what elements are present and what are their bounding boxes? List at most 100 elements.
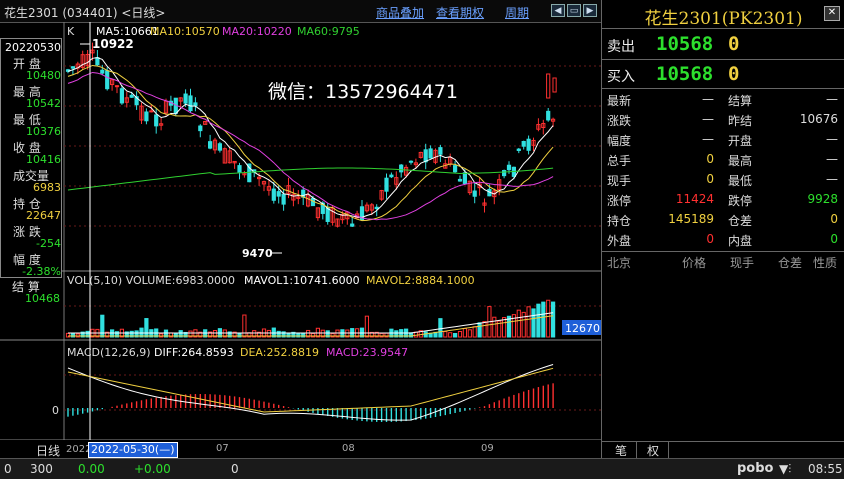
candle-body <box>144 111 149 122</box>
low-marker: 9470 <box>242 247 273 260</box>
candle-body <box>502 170 507 177</box>
tab-ticks[interactable]: 笔 <box>606 442 637 458</box>
candle-body <box>95 57 100 66</box>
volume-bar <box>438 318 443 338</box>
overlay-menu-link[interactable]: 商品叠加 <box>376 4 424 21</box>
cursor-info-panel: 20220530 开 盘 10480 最 高 10542 最 低 10376 收… <box>0 38 62 278</box>
candle-body <box>105 70 110 90</box>
prev-arrow-icon[interactable]: ◀ <box>551 4 565 17</box>
volume-bar <box>492 316 497 338</box>
change-value: -254 <box>36 237 61 250</box>
quote-label: 跌停 <box>728 194 753 208</box>
volume-bar <box>237 333 242 338</box>
fit-view-icon[interactable]: ▭ <box>567 4 581 17</box>
oi-value: 22647 <box>26 209 61 222</box>
tab-rights[interactable]: 权 <box>638 442 669 458</box>
candle-body <box>521 140 526 147</box>
quote-value: — <box>826 152 838 166</box>
buy-price[interactable]: 10568 <box>656 63 713 85</box>
quote-label: 开盘 <box>728 134 753 148</box>
open-value: 10480 <box>26 69 61 82</box>
candle-body <box>526 138 531 151</box>
ma10-label: MA10:10570 <box>150 25 220 38</box>
month-07-label: 07 <box>216 443 229 454</box>
cursor-date-label: 2022-05-30(—) <box>88 442 178 458</box>
k-label: K <box>67 25 75 38</box>
quote-panel: 花生2301(PK2301) ✕ 卖出 10568 0 买入 10568 0 最… <box>601 0 844 458</box>
quote-label: 涨跌 <box>607 114 632 128</box>
period-label[interactable]: 日线 <box>36 442 60 459</box>
buy-volume: 0 <box>728 63 740 85</box>
close-icon[interactable]: ✕ <box>824 6 840 21</box>
quote-value: — <box>702 92 714 106</box>
quote-value: 0 <box>706 152 714 166</box>
candle-body <box>154 114 159 127</box>
quote-value: — <box>826 132 838 146</box>
quote-value: 11424 <box>675 192 714 206</box>
volume-axis-value: 12670 <box>565 322 600 335</box>
macd-value-label: MACD:23.9547 <box>326 346 408 359</box>
volume-bar <box>472 326 477 338</box>
contract-title: 花生2301(PK2301) <box>644 9 803 29</box>
quote-value: 0 <box>830 232 838 246</box>
quote-label: 持仓 <box>607 214 632 228</box>
chart-title: 花生2301 (034401) <日线> <box>4 6 166 20</box>
candle-body <box>462 172 467 184</box>
sell-volume: 0 <box>728 33 740 55</box>
volume-bar <box>477 322 482 338</box>
mavol1-label: MAVOL1:10741.6000 <box>244 274 360 287</box>
candle-body <box>198 125 203 132</box>
candle-body <box>374 206 379 210</box>
candle-body <box>281 193 286 205</box>
next-arrow-icon[interactable]: ▶ <box>583 4 597 17</box>
candle-body <box>389 174 394 178</box>
buy-label: 买入 <box>607 69 635 85</box>
close-value: 10416 <box>26 153 61 166</box>
kline-chart[interactable]: 10922 9470 K MA5:10661 MA10:10570 MA20:1… <box>0 22 601 440</box>
period-menu-link[interactable]: 周期 <box>505 4 529 21</box>
low-value: 10376 <box>26 125 61 138</box>
signal-icon: ▼⫶ <box>779 462 792 476</box>
macd-histogram <box>67 383 554 422</box>
status-time: 08:55 <box>808 462 843 476</box>
candle-body <box>384 177 389 192</box>
quote-value: 145189 <box>668 212 714 226</box>
candle-body <box>457 178 463 182</box>
volume-bar <box>448 332 453 338</box>
volume-bar <box>482 321 487 338</box>
quote-label: 最高 <box>728 154 753 168</box>
candle-body <box>217 143 223 151</box>
volume-bar <box>502 317 507 338</box>
candle-body <box>208 141 213 149</box>
quote-label: 总手 <box>607 154 632 168</box>
candle-body <box>423 149 428 163</box>
volume-bar <box>462 328 467 338</box>
candle-body <box>271 188 276 201</box>
candle-body <box>438 147 443 155</box>
quote-label: 昨结 <box>728 114 753 128</box>
candle-body <box>129 94 134 98</box>
volume-bar <box>546 299 551 338</box>
candle-body <box>325 207 330 222</box>
candle-body <box>350 223 355 227</box>
quote-value: — <box>702 112 714 126</box>
dea-label: DEA:252.8819 <box>240 346 319 359</box>
quote-value: 10676 <box>799 112 838 126</box>
candle-body <box>119 88 125 104</box>
candle-body <box>408 160 414 163</box>
candle-body <box>472 190 477 197</box>
candle-body <box>70 66 76 69</box>
volume-bar <box>453 333 458 338</box>
sell-label: 卖出 <box>607 39 635 55</box>
volume-bar <box>541 301 546 338</box>
quote-value: — <box>826 172 838 186</box>
quote-label: 结算 <box>728 94 753 108</box>
candle-body <box>114 85 120 88</box>
chart-toolbar: 花生2301 (034401) <日线> 商品叠加 查看期权 周期 ◀ ▭ ▶ <box>0 0 601 23</box>
volume-bar <box>173 333 178 338</box>
sell-price[interactable]: 10568 <box>656 33 713 55</box>
candle-body <box>453 165 458 173</box>
view-options-link[interactable]: 查看期权 <box>436 4 484 21</box>
volume-bar <box>159 333 164 338</box>
month-08-label: 08 <box>342 443 355 454</box>
